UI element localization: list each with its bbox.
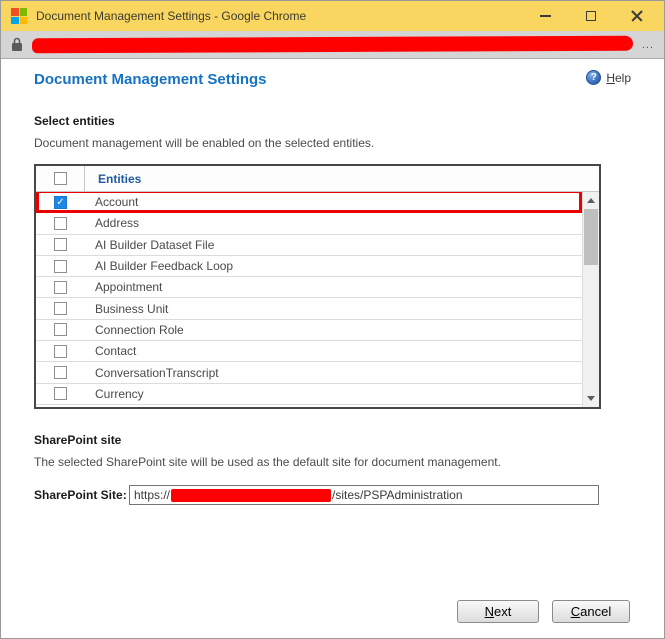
page-title: Document Management Settings (34, 71, 267, 88)
scrollbar-up-arrow-icon[interactable] (583, 192, 599, 209)
entity-label: Account (95, 195, 138, 209)
close-button[interactable] (630, 9, 644, 23)
maximize-icon (586, 11, 596, 21)
entity-label: AI Builder Dataset File (95, 238, 214, 252)
table-row[interactable]: AI Builder Feedback Loop (36, 256, 582, 277)
window-title: Document Management Settings - Google Ch… (36, 9, 538, 23)
cancel-button[interactable]: Cancel (552, 600, 630, 623)
sharepoint-url-prefix: https:// (134, 488, 170, 502)
window-controls (538, 9, 644, 23)
maximize-button[interactable] (584, 9, 598, 23)
next-button[interactable]: Next (457, 600, 539, 623)
sharepoint-url-suffix: /sites/PSPAdministration (332, 488, 463, 502)
entity-label: Business Unit (95, 302, 168, 316)
sharepoint-site-input[interactable]: https:// /sites/PSPAdministration (129, 485, 599, 505)
row-checkbox[interactable] (54, 260, 67, 273)
entities-table-header: Entities (36, 166, 599, 192)
table-row[interactable]: Currency (36, 384, 582, 405)
row-checkbox[interactable] (54, 345, 67, 358)
table-row[interactable]: Contact (36, 341, 582, 362)
entities-column-header: Entities (85, 166, 141, 191)
table-row[interactable]: ✓ Account (36, 192, 582, 213)
dialog-content: Document Management Settings Help Select… (1, 59, 664, 638)
help-label[interactable]: Help (606, 71, 631, 85)
entity-label: Address (95, 216, 139, 230)
table-row[interactable] (36, 405, 582, 407)
sharepoint-site-description: The selected SharePoint site will be use… (34, 455, 631, 469)
row-checkbox-checked[interactable]: ✓ (54, 196, 67, 209)
microsoft-logo-icon (11, 8, 27, 24)
minimize-button[interactable] (538, 9, 552, 23)
table-row[interactable]: ConversationTranscript (36, 362, 582, 383)
url-bar: ... (1, 31, 664, 59)
select-entities-title: Select entities (34, 114, 631, 128)
entities-table-body: ✓ Account Address AI Builder Dataset File AI… (36, 192, 599, 407)
select-entities-description: Document management will be enabled on t… (34, 136, 631, 150)
chrome-popup-window: Document Management Settings - Google Ch… (0, 0, 665, 639)
table-row[interactable]: AI Builder Dataset File (36, 235, 582, 256)
entity-label: Connection Role (95, 323, 184, 337)
url-redaction-bar (32, 36, 633, 54)
row-checkbox[interactable] (54, 238, 67, 251)
window-titlebar: Document Management Settings - Google Ch… (1, 1, 664, 31)
row-checkbox[interactable] (54, 387, 67, 400)
sharepoint-site-label: SharePoint Site: (34, 488, 129, 502)
scrollbar-down-arrow-icon[interactable] (583, 390, 599, 407)
entity-label: Appointment (95, 280, 162, 294)
scrollbar-thumb[interactable] (584, 209, 598, 265)
row-checkbox[interactable] (54, 366, 67, 379)
entity-label: AI Builder Feedback Loop (95, 259, 233, 273)
table-row[interactable]: Appointment (36, 277, 582, 298)
row-checkbox[interactable] (54, 217, 67, 230)
row-checkbox[interactable] (54, 302, 67, 315)
help-icon (586, 70, 601, 85)
row-checkbox[interactable] (54, 323, 67, 336)
lock-icon[interactable] (11, 37, 23, 52)
table-row[interactable]: Connection Role (36, 320, 582, 341)
help-link[interactable]: Help (586, 70, 631, 85)
close-icon (631, 10, 643, 22)
url-trailing-ellipsis: ... (642, 39, 654, 51)
entity-label: ConversationTranscript (95, 366, 219, 380)
footer-buttons: Next Cancel (34, 600, 631, 623)
sharepoint-url-redaction (171, 489, 331, 502)
row-checkbox[interactable] (54, 281, 67, 294)
entities-rows: ✓ Account Address AI Builder Dataset File AI… (36, 192, 582, 407)
select-all-checkbox[interactable] (54, 172, 67, 185)
entity-label: Contact (95, 344, 136, 358)
entities-table: Entities ✓ Account Address AI Builder Datas… (34, 164, 601, 409)
table-row[interactable]: Address (36, 213, 582, 234)
minimize-icon (540, 15, 551, 17)
table-scrollbar[interactable] (582, 192, 599, 407)
table-row[interactable]: Business Unit (36, 298, 582, 319)
entity-label: Currency (95, 387, 144, 401)
sharepoint-site-title: SharePoint site (34, 433, 631, 447)
